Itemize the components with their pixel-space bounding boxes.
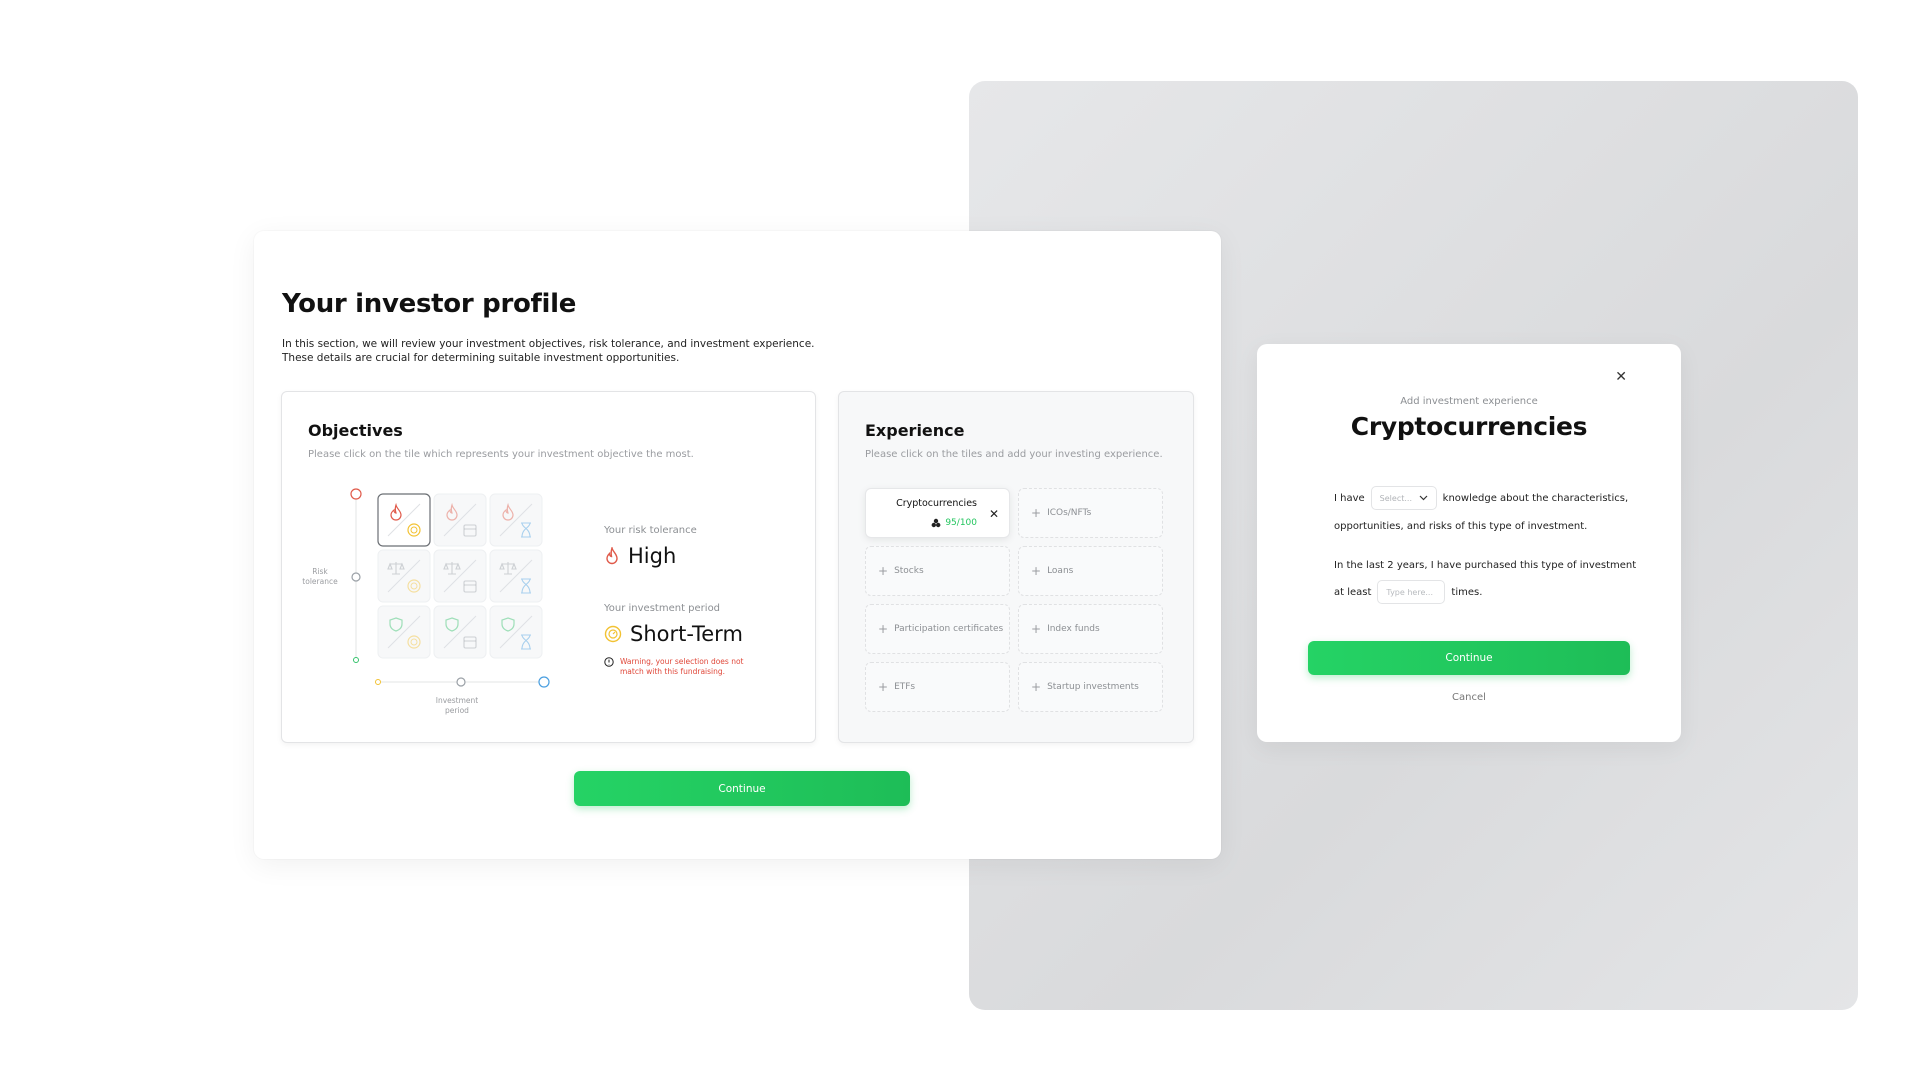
knowledge-select-placeholder: Select... (1379, 493, 1412, 503)
flame-icon (606, 547, 618, 565)
plus-icon: + (878, 680, 889, 694)
objectives-card: Objectives Please click on the tile whic… (281, 391, 816, 743)
risk-tolerance-label: Your risk tolerance (604, 525, 697, 536)
plus-icon: + (1031, 564, 1042, 578)
period-axis-long-dot (538, 676, 550, 688)
experience-score-value: 95/100 (945, 518, 977, 528)
plus-icon: + (878, 622, 889, 636)
experience-tile-cryptocurrencies[interactable]: Cryptocurrencies 95/100 ✕ (865, 488, 1010, 538)
purchase-count-suffix: times. (1451, 586, 1483, 598)
risk-axis-low-dot (353, 657, 359, 663)
experience-tile-label: ETFs (894, 682, 916, 692)
experience-tile-label: Index funds (1047, 624, 1100, 634)
page-description-line-1: In this section, we will review your inv… (282, 338, 815, 350)
risk-tolerance-axis-label: Risk tolerance (302, 567, 338, 586)
investment-period-label: Your investment period (604, 603, 721, 614)
experience-tile-label: Startup investments (1047, 682, 1139, 692)
experience-score: 95/100 (931, 518, 977, 528)
info-icon (604, 657, 614, 667)
experience-tile-name: Cryptocurrencies (896, 498, 977, 509)
purchase-count-prefix: at least (1334, 586, 1372, 598)
stopwatch-icon (604, 625, 622, 643)
plus-icon: + (1031, 506, 1042, 520)
experience-tile-loans[interactable]: + Loans (1018, 546, 1163, 596)
experience-tile-label: Stocks (894, 566, 924, 576)
modal-cancel-button[interactable]: Cancel (1257, 692, 1681, 703)
purchase-count-sentence: at least times. (1334, 580, 1482, 604)
experience-tile-label: Loans (1047, 566, 1074, 576)
risk-tolerance-text: High (628, 544, 677, 568)
remove-tile-close-icon[interactable]: ✕ (989, 507, 999, 521)
plus-icon: + (1031, 680, 1042, 694)
knowledge-prefix: I have (1334, 492, 1365, 504)
continue-button[interactable]: Continue (574, 771, 910, 806)
risk-tolerance-value: High (604, 544, 676, 568)
modal-title: Cryptocurrencies (1350, 412, 1588, 441)
experience-subtitle: Please click on the tiles and add your i… (865, 449, 1163, 460)
plus-icon: + (878, 564, 889, 578)
experience-tile-participation-certificates[interactable]: + Participation certificates (865, 604, 1010, 654)
knowledge-sentence: I have Select... knowledge about the cha… (1334, 486, 1628, 510)
risk-axis-medium-dot (351, 572, 361, 582)
experience-title: Experience (865, 421, 965, 440)
experience-tile-etfs[interactable]: + ETFs (865, 662, 1010, 712)
add-experience-modal: ✕ Add investment experience Cryptocurren… (1257, 344, 1681, 742)
modal-continue-button[interactable]: Continue (1308, 641, 1630, 675)
page-title: Your investor profile (282, 289, 577, 319)
purchase-count-input[interactable] (1377, 580, 1446, 604)
selection-warning: Warning, your selection does not match w… (604, 657, 750, 677)
investment-period-axis-label: Investment period (435, 696, 479, 715)
knowledge-sentence-continued: opportunities, and risks of this type of… (1334, 520, 1588, 532)
period-axis-medium-dot (456, 677, 466, 687)
investment-period-value: Short-Term (604, 622, 743, 646)
experience-tile-label: ICOs/NFTs (1047, 508, 1092, 518)
experience-card: Experience Please click on the tiles and… (838, 391, 1194, 743)
experience-tile-label: Participation certificates (894, 624, 1004, 634)
modal-kicker: Add investment experience (1400, 396, 1538, 407)
chevron-down-icon (1419, 495, 1428, 501)
investment-period-text: Short-Term (630, 622, 743, 646)
experience-tile-icos-nfts[interactable]: + ICOs/NFTs (1018, 488, 1163, 538)
close-icon[interactable]: ✕ (1615, 369, 1627, 385)
risk-axis-high-dot (350, 488, 362, 500)
page-description: In this section, we will review your inv… (282, 337, 842, 365)
experience-tile-stocks[interactable]: + Stocks (865, 546, 1010, 596)
investor-profile-card: Your investor profile In this section, w… (254, 231, 1221, 859)
warning-text: Warning, your selection does not match w… (620, 657, 744, 676)
knowledge-suffix: knowledge about the characteristics, (1442, 492, 1629, 504)
period-axis-short-dot (375, 679, 381, 685)
experience-tile-startup-investments[interactable]: + Startup investments (1018, 662, 1163, 712)
purchase-sentence: In the last 2 years, I have purchased th… (1334, 559, 1637, 571)
coins-icon (931, 518, 941, 528)
plus-icon: + (1031, 622, 1042, 636)
experience-tile-index-funds[interactable]: + Index funds (1018, 604, 1163, 654)
page-description-line-2: These details are crucial for determinin… (282, 352, 680, 364)
knowledge-select[interactable]: Select... (1370, 486, 1437, 510)
